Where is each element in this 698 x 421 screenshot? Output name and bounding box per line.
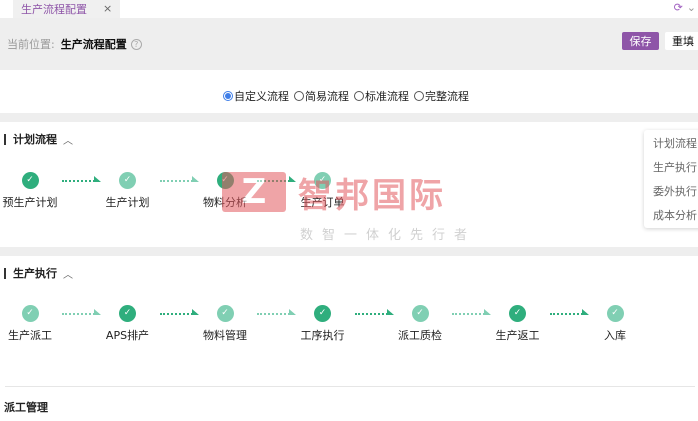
save-button[interactable]: 保存 xyxy=(622,32,659,50)
step-label: 预生产计划 xyxy=(2,196,58,209)
flow-step[interactable]: ✓ 物料分析 xyxy=(180,172,270,210)
flow-step[interactable]: ✓ APS排产 xyxy=(83,305,173,343)
radio-flow-type[interactable]: 自定义流程 xyxy=(223,88,289,104)
divider xyxy=(0,247,698,256)
check-circle-icon: ✓ xyxy=(119,172,136,189)
check-circle-icon: ✓ xyxy=(606,305,624,322)
step-label: 生产派工 xyxy=(8,329,52,342)
step-label: 工序执行 xyxy=(300,329,345,342)
radio-button[interactable] xyxy=(223,91,233,101)
flow-step[interactable]: ✓ 生产订单 xyxy=(278,172,368,210)
radio-flow-type[interactable]: 标准流程 xyxy=(354,88,409,104)
close-icon[interactable]: × xyxy=(103,2,112,15)
flow-step[interactable]: ✓ 预生产计划 xyxy=(0,172,75,210)
chevron-up-icon[interactable]: ︿ xyxy=(63,132,73,147)
breadcrumb: 当前位置: 生产流程配置 ? xyxy=(7,36,142,52)
chevron-down-icon[interactable]: ⌄ xyxy=(687,1,696,14)
step-label: APS排产 xyxy=(105,329,150,342)
side-nav-item[interactable]: 计划流程 xyxy=(644,132,698,156)
radio-label: 自定义流程 xyxy=(234,90,289,103)
page-title: 生产流程配置 xyxy=(60,38,127,51)
check-circle-icon: ✓ xyxy=(119,305,136,322)
radio-label: 简易流程 xyxy=(305,90,349,103)
side-nav-item[interactable]: 生产执行 xyxy=(644,156,698,180)
radio-label: 完整流程 xyxy=(425,90,469,103)
step-label: 物料管理 xyxy=(203,329,247,342)
radio-button[interactable] xyxy=(294,91,304,101)
side-nav-item[interactable]: 委外执行 xyxy=(644,180,698,204)
section-title-execution[interactable]: 生产执行 ︿ xyxy=(4,265,73,281)
check-circle-icon: ✓ xyxy=(509,305,526,322)
divider xyxy=(5,386,695,387)
check-circle-icon: ✓ xyxy=(21,172,39,189)
tab-production-flow-config[interactable]: 生产流程配置 × xyxy=(13,0,120,18)
radio-button[interactable] xyxy=(354,91,364,101)
side-anchor-nav: 计划流程 生产执行 委外执行 成本分析 xyxy=(644,130,698,228)
check-circle-icon: ✓ xyxy=(21,305,39,322)
flow-step[interactable]: ✓ 物料管理 xyxy=(180,305,270,343)
flow-type-radio-group: 自定义流程 简易流程 标准流程 完整流程 xyxy=(223,88,471,104)
location-label: 当前位置: xyxy=(7,38,55,51)
tab-bar: 生产流程配置 × ⟳ ⌄ xyxy=(0,0,698,18)
radio-label: 标准流程 xyxy=(365,90,409,103)
step-label: 派工质检 xyxy=(398,329,442,342)
step-label: 生产计划 xyxy=(105,196,150,209)
reset-button[interactable]: 重填 xyxy=(665,32,698,50)
tab-label: 生产流程配置 xyxy=(21,3,87,16)
flow-step[interactable]: ✓ 生产计划 xyxy=(83,172,173,210)
check-circle-icon: ✓ xyxy=(216,172,234,189)
radio-flow-type[interactable]: 完整流程 xyxy=(414,88,469,104)
check-circle-icon: ✓ xyxy=(314,305,331,322)
flow-step[interactable]: ✓ 派工质检 xyxy=(375,305,465,343)
step-label: 生产订单 xyxy=(300,196,345,209)
page-header: 当前位置: 生产流程配置 ? xyxy=(0,18,698,70)
check-circle-icon: ✓ xyxy=(216,305,234,322)
chevron-up-icon[interactable]: ︿ xyxy=(63,266,73,281)
radio-flow-type[interactable]: 简易流程 xyxy=(294,88,349,104)
step-label: 物料分析 xyxy=(203,196,247,209)
flow-step[interactable]: ✓ 工序执行 xyxy=(278,305,368,343)
check-circle-icon: ✓ xyxy=(314,172,331,189)
section-title-text: 计划流程 xyxy=(13,133,57,146)
check-circle-icon: ✓ xyxy=(411,305,429,322)
flow-step[interactable]: ✓ 生产派工 xyxy=(0,305,75,343)
section-title-plan[interactable]: 计划流程 ︿ xyxy=(4,131,73,147)
help-icon[interactable]: ? xyxy=(130,38,142,50)
flow-step[interactable]: ✓ 入库 xyxy=(570,305,660,343)
sub-section-title: 派工管理 xyxy=(4,401,48,414)
refresh-icon[interactable]: ⟳ xyxy=(674,1,683,14)
side-nav-item[interactable]: 成本分析 xyxy=(644,204,698,228)
divider xyxy=(0,113,698,122)
section-title-text: 生产执行 xyxy=(13,267,57,280)
radio-button[interactable] xyxy=(414,91,424,101)
step-label: 入库 xyxy=(604,329,626,342)
step-label: 生产返工 xyxy=(495,329,540,342)
flow-step[interactable]: ✓ 生产返工 xyxy=(473,305,563,343)
